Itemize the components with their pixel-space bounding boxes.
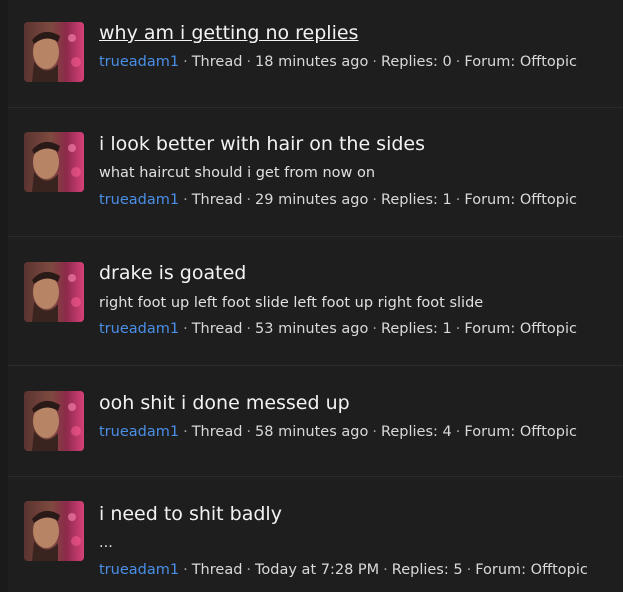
meta-separator: · — [466, 562, 472, 578]
author-link[interactable]: trueadam1 — [99, 321, 179, 337]
thread-title[interactable]: i need to shit badly — [99, 502, 282, 526]
reply-count: Replies: 4 — [380, 424, 452, 440]
user-avatar[interactable] — [24, 501, 84, 561]
timestamp[interactable]: Today at 7:28 PM — [255, 562, 379, 578]
forum-link[interactable]: Forum: Offtopic — [464, 192, 577, 208]
timestamp[interactable]: 53 minutes ago — [255, 321, 368, 337]
thread-title[interactable]: ooh shit i done messed up — [99, 391, 350, 415]
meta-separator: · — [383, 562, 388, 578]
meta-separator: · — [183, 321, 188, 337]
thread-list: why am i getting no replies trueadam1 · Th… — [8, 0, 623, 592]
forum-link[interactable]: Forum: Offtopic — [464, 424, 577, 440]
forum-link[interactable]: Forum: Offtopic — [464, 54, 577, 70]
reply-count: Replies: 1 — [380, 321, 452, 337]
forum-link[interactable]: Forum: Offtopic — [475, 562, 588, 578]
author-link[interactable]: trueadam1 — [99, 424, 179, 440]
timestamp[interactable]: 18 minutes ago — [255, 54, 368, 70]
avatar-photo-icon — [24, 501, 84, 561]
content-type: Thread — [191, 192, 243, 208]
meta-separator: · — [455, 321, 461, 337]
meta-separator: · — [246, 321, 252, 337]
meta-separator: · — [246, 192, 252, 208]
forum-link[interactable]: Forum: Offtopic — [464, 321, 577, 337]
timestamp[interactable]: 29 minutes ago — [255, 192, 368, 208]
author-link[interactable]: trueadam1 — [99, 192, 179, 208]
thread-meta: trueadam1 · Thread · 18 minutes ago · Replies:… — [99, 52, 577, 72]
meta-separator: · — [183, 424, 188, 440]
thread-snippet: ... — [99, 535, 113, 551]
divider — [8, 365, 623, 366]
author-link[interactable]: trueadam1 — [99, 562, 179, 578]
thread-title[interactable]: drake is goated — [99, 261, 246, 285]
avatar-photo-icon — [24, 391, 84, 451]
meta-separator: · — [372, 424, 377, 440]
meta-separator: · — [183, 54, 188, 70]
user-avatar[interactable] — [24, 262, 84, 322]
thread-title[interactable]: why am i getting no replies — [99, 21, 358, 45]
meta-separator: · — [455, 54, 461, 70]
reply-count: Replies: 0 — [380, 54, 452, 70]
content-type: Thread — [191, 54, 243, 70]
meta-separator: · — [183, 192, 188, 208]
thread-meta: trueadam1 · Thread · 53 minutes ago · Replies:… — [99, 319, 577, 339]
meta-separator: · — [372, 321, 377, 337]
content-type: Thread — [191, 562, 243, 578]
divider — [8, 236, 623, 237]
thread-snippet: right foot up left foot slide left foot … — [99, 295, 484, 311]
thread-meta: trueadam1 · Thread · Today at 7:28 PM · Replie… — [99, 560, 588, 580]
meta-separator: · — [372, 192, 377, 208]
content-type: Thread — [191, 424, 243, 440]
content-type: Thread — [191, 321, 243, 337]
user-avatar[interactable] — [24, 22, 84, 82]
meta-separator: · — [183, 562, 188, 578]
divider — [8, 476, 623, 477]
reply-count: Replies: 5 — [391, 562, 463, 578]
meta-separator: · — [246, 424, 252, 440]
avatar-photo-icon — [24, 22, 84, 82]
user-avatar[interactable] — [24, 132, 84, 192]
thread-meta: trueadam1 · Thread · 29 minutes ago · Replies:… — [99, 190, 577, 210]
meta-separator: · — [455, 192, 461, 208]
avatar-photo-icon — [24, 132, 84, 192]
author-link[interactable]: trueadam1 — [99, 54, 179, 70]
user-avatar[interactable] — [24, 391, 84, 451]
divider — [8, 107, 623, 108]
meta-separator: · — [372, 54, 377, 70]
meta-separator: · — [246, 562, 252, 578]
thread-snippet: what haircut should i get from now on — [99, 165, 376, 181]
avatar-photo-icon — [24, 262, 84, 322]
meta-separator: · — [246, 54, 252, 70]
timestamp[interactable]: 58 minutes ago — [255, 424, 368, 440]
reply-count: Replies: 1 — [380, 192, 452, 208]
meta-separator: · — [455, 424, 461, 440]
thread-meta: trueadam1 · Thread · 58 minutes ago · Replies:… — [99, 422, 577, 442]
thread-title[interactable]: i look better with hair on the sides — [99, 132, 425, 156]
